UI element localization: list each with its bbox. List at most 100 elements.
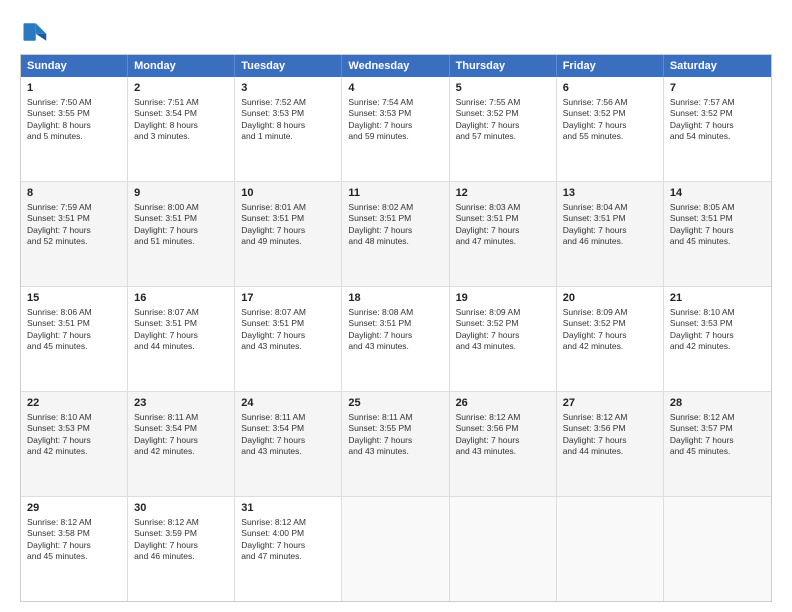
day-info: Sunset: 3:53 PM [670, 318, 733, 328]
calendar-cell [342, 497, 449, 601]
day-info: Daylight: 7 hours [563, 435, 627, 445]
day-info: and 48 minutes. [348, 236, 408, 246]
day-info: Sunset: 3:58 PM [27, 528, 90, 538]
calendar-cell: 4Sunrise: 7:54 AMSunset: 3:53 PMDaylight… [342, 77, 449, 181]
calendar-cell: 21Sunrise: 8:10 AMSunset: 3:53 PMDayligh… [664, 287, 771, 391]
header-day-friday: Friday [557, 55, 664, 77]
day-info: and 42 minutes. [134, 446, 194, 456]
day-number: 19 [456, 291, 550, 306]
calendar-cell: 29Sunrise: 8:12 AMSunset: 3:58 PMDayligh… [21, 497, 128, 601]
day-info: Sunset: 3:57 PM [670, 423, 733, 433]
day-number: 27 [563, 396, 657, 411]
day-info: Daylight: 7 hours [670, 330, 734, 340]
day-info: Sunset: 3:52 PM [563, 108, 626, 118]
calendar-cell: 23Sunrise: 8:11 AMSunset: 3:54 PMDayligh… [128, 392, 235, 496]
day-info: Daylight: 7 hours [348, 435, 412, 445]
calendar-cell: 28Sunrise: 8:12 AMSunset: 3:57 PMDayligh… [664, 392, 771, 496]
day-info: Sunrise: 8:12 AM [456, 412, 521, 422]
calendar-header: SundayMondayTuesdayWednesdayThursdayFrid… [21, 55, 771, 77]
day-info: Sunset: 3:51 PM [456, 213, 519, 223]
day-number: 10 [241, 186, 335, 201]
day-number: 3 [241, 81, 335, 96]
day-info: Sunrise: 8:12 AM [27, 517, 92, 527]
day-number: 16 [134, 291, 228, 306]
day-number: 12 [456, 186, 550, 201]
day-info: Daylight: 7 hours [241, 225, 305, 235]
day-info: Daylight: 7 hours [134, 435, 198, 445]
day-info: and 52 minutes. [27, 236, 87, 246]
day-info: Daylight: 7 hours [456, 435, 520, 445]
calendar-cell: 9Sunrise: 8:00 AMSunset: 3:51 PMDaylight… [128, 182, 235, 286]
day-info: Sunrise: 8:01 AM [241, 202, 306, 212]
calendar-cell: 27Sunrise: 8:12 AMSunset: 3:56 PMDayligh… [557, 392, 664, 496]
day-info: Sunrise: 8:10 AM [27, 412, 92, 422]
logo [20, 18, 52, 46]
day-info: Sunset: 3:51 PM [348, 318, 411, 328]
day-info: and 51 minutes. [134, 236, 194, 246]
day-info: Sunrise: 8:11 AM [134, 412, 198, 422]
day-number: 13 [563, 186, 657, 201]
day-info: Sunset: 3:51 PM [27, 213, 90, 223]
calendar-cell: 24Sunrise: 8:11 AMSunset: 3:54 PMDayligh… [235, 392, 342, 496]
day-info: Daylight: 7 hours [241, 540, 305, 550]
header-day-wednesday: Wednesday [342, 55, 449, 77]
day-info: Sunrise: 8:05 AM [670, 202, 735, 212]
day-info: Sunrise: 7:55 AM [456, 97, 521, 107]
day-info: Daylight: 7 hours [456, 225, 520, 235]
day-info: Sunrise: 7:56 AM [563, 97, 628, 107]
day-number: 5 [456, 81, 550, 96]
day-number: 2 [134, 81, 228, 96]
calendar-cell: 11Sunrise: 8:02 AMSunset: 3:51 PMDayligh… [342, 182, 449, 286]
day-info: and 45 minutes. [27, 551, 87, 561]
day-info: Sunrise: 8:07 AM [134, 307, 199, 317]
calendar-cell: 8Sunrise: 7:59 AMSunset: 3:51 PMDaylight… [21, 182, 128, 286]
calendar-cell: 2Sunrise: 7:51 AMSunset: 3:54 PMDaylight… [128, 77, 235, 181]
day-info: Daylight: 8 hours [134, 120, 198, 130]
day-info: Sunset: 4:00 PM [241, 528, 304, 538]
calendar-cell: 3Sunrise: 7:52 AMSunset: 3:53 PMDaylight… [235, 77, 342, 181]
day-number: 21 [670, 291, 765, 306]
day-info: Sunrise: 7:51 AM [134, 97, 199, 107]
day-info: Sunrise: 8:04 AM [563, 202, 628, 212]
day-info: and 43 minutes. [348, 341, 408, 351]
day-number: 6 [563, 81, 657, 96]
day-info: and 43 minutes. [456, 446, 516, 456]
day-info: and 57 minutes. [456, 131, 516, 141]
day-info: Sunset: 3:51 PM [348, 213, 411, 223]
day-info: and 45 minutes. [670, 446, 730, 456]
day-info: Sunrise: 7:59 AM [27, 202, 92, 212]
day-info: and 3 minutes. [134, 131, 190, 141]
day-info: Sunrise: 8:12 AM [670, 412, 735, 422]
day-number: 24 [241, 396, 335, 411]
calendar-body: 1Sunrise: 7:50 AMSunset: 3:55 PMDaylight… [21, 77, 771, 601]
day-info: Daylight: 7 hours [456, 120, 520, 130]
calendar-cell: 20Sunrise: 8:09 AMSunset: 3:52 PMDayligh… [557, 287, 664, 391]
day-info: Sunrise: 8:07 AM [241, 307, 306, 317]
calendar-cell: 12Sunrise: 8:03 AMSunset: 3:51 PMDayligh… [450, 182, 557, 286]
day-info: Daylight: 7 hours [27, 435, 91, 445]
calendar-row: 8Sunrise: 7:59 AMSunset: 3:51 PMDaylight… [21, 181, 771, 286]
day-number: 11 [348, 186, 442, 201]
day-info: Sunset: 3:59 PM [134, 528, 197, 538]
day-info: Daylight: 7 hours [241, 330, 305, 340]
day-info: Daylight: 7 hours [563, 120, 627, 130]
day-info: and 55 minutes. [563, 131, 623, 141]
day-info: Daylight: 7 hours [563, 330, 627, 340]
day-number: 25 [348, 396, 442, 411]
day-number: 28 [670, 396, 765, 411]
day-info: Sunrise: 8:00 AM [134, 202, 199, 212]
calendar-cell: 15Sunrise: 8:06 AMSunset: 3:51 PMDayligh… [21, 287, 128, 391]
day-number: 1 [27, 81, 121, 96]
calendar-cell: 19Sunrise: 8:09 AMSunset: 3:52 PMDayligh… [450, 287, 557, 391]
day-info: Sunset: 3:51 PM [134, 213, 197, 223]
day-info: Sunrise: 8:12 AM [241, 517, 306, 527]
day-info: and 42 minutes. [563, 341, 623, 351]
day-info: Sunrise: 8:08 AM [348, 307, 413, 317]
day-info: Sunset: 3:52 PM [456, 318, 519, 328]
calendar-cell: 5Sunrise: 7:55 AMSunset: 3:52 PMDaylight… [450, 77, 557, 181]
day-info: Daylight: 7 hours [670, 120, 734, 130]
header [20, 18, 772, 46]
day-info: and 45 minutes. [27, 341, 87, 351]
day-info: and 43 minutes. [348, 446, 408, 456]
day-info: Sunset: 3:51 PM [134, 318, 197, 328]
